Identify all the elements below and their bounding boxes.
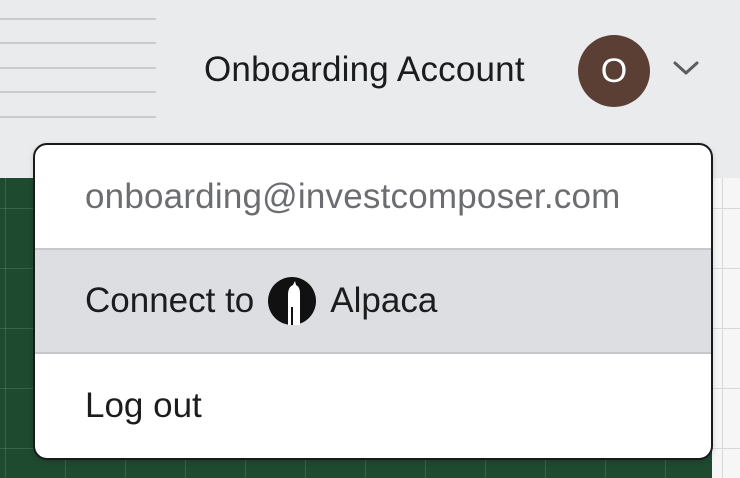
logout-label: Log out — [85, 386, 202, 425]
connect-alpaca-item[interactable]: Connect to Alpaca — [35, 248, 711, 354]
account-name: Onboarding Account — [204, 50, 525, 89]
background-line — [0, 67, 156, 69]
account-email-item: onboarding@investcomposer.com — [35, 145, 711, 248]
avatar-initial: O — [600, 51, 628, 90]
avatar[interactable]: O — [578, 35, 650, 107]
connect-prefix: Connect to — [85, 281, 255, 320]
background-lines — [0, 0, 156, 125]
background-line — [0, 116, 156, 118]
account-menu-trigger[interactable]: Onboarding Account O — [190, 30, 720, 110]
logout-item[interactable]: Log out — [35, 354, 711, 458]
account-dropdown-menu: onboarding@investcomposer.com Connect to… — [33, 143, 713, 460]
account-email: onboarding@investcomposer.com — [85, 176, 621, 216]
connect-brand: Alpaca — [330, 281, 438, 320]
background-line — [0, 42, 156, 44]
background-line — [0, 91, 156, 93]
background-grid-panel — [712, 178, 740, 478]
chevron-down-icon[interactable] — [672, 58, 700, 78]
background-line — [0, 18, 156, 20]
alpaca-logo-icon — [268, 277, 317, 325]
